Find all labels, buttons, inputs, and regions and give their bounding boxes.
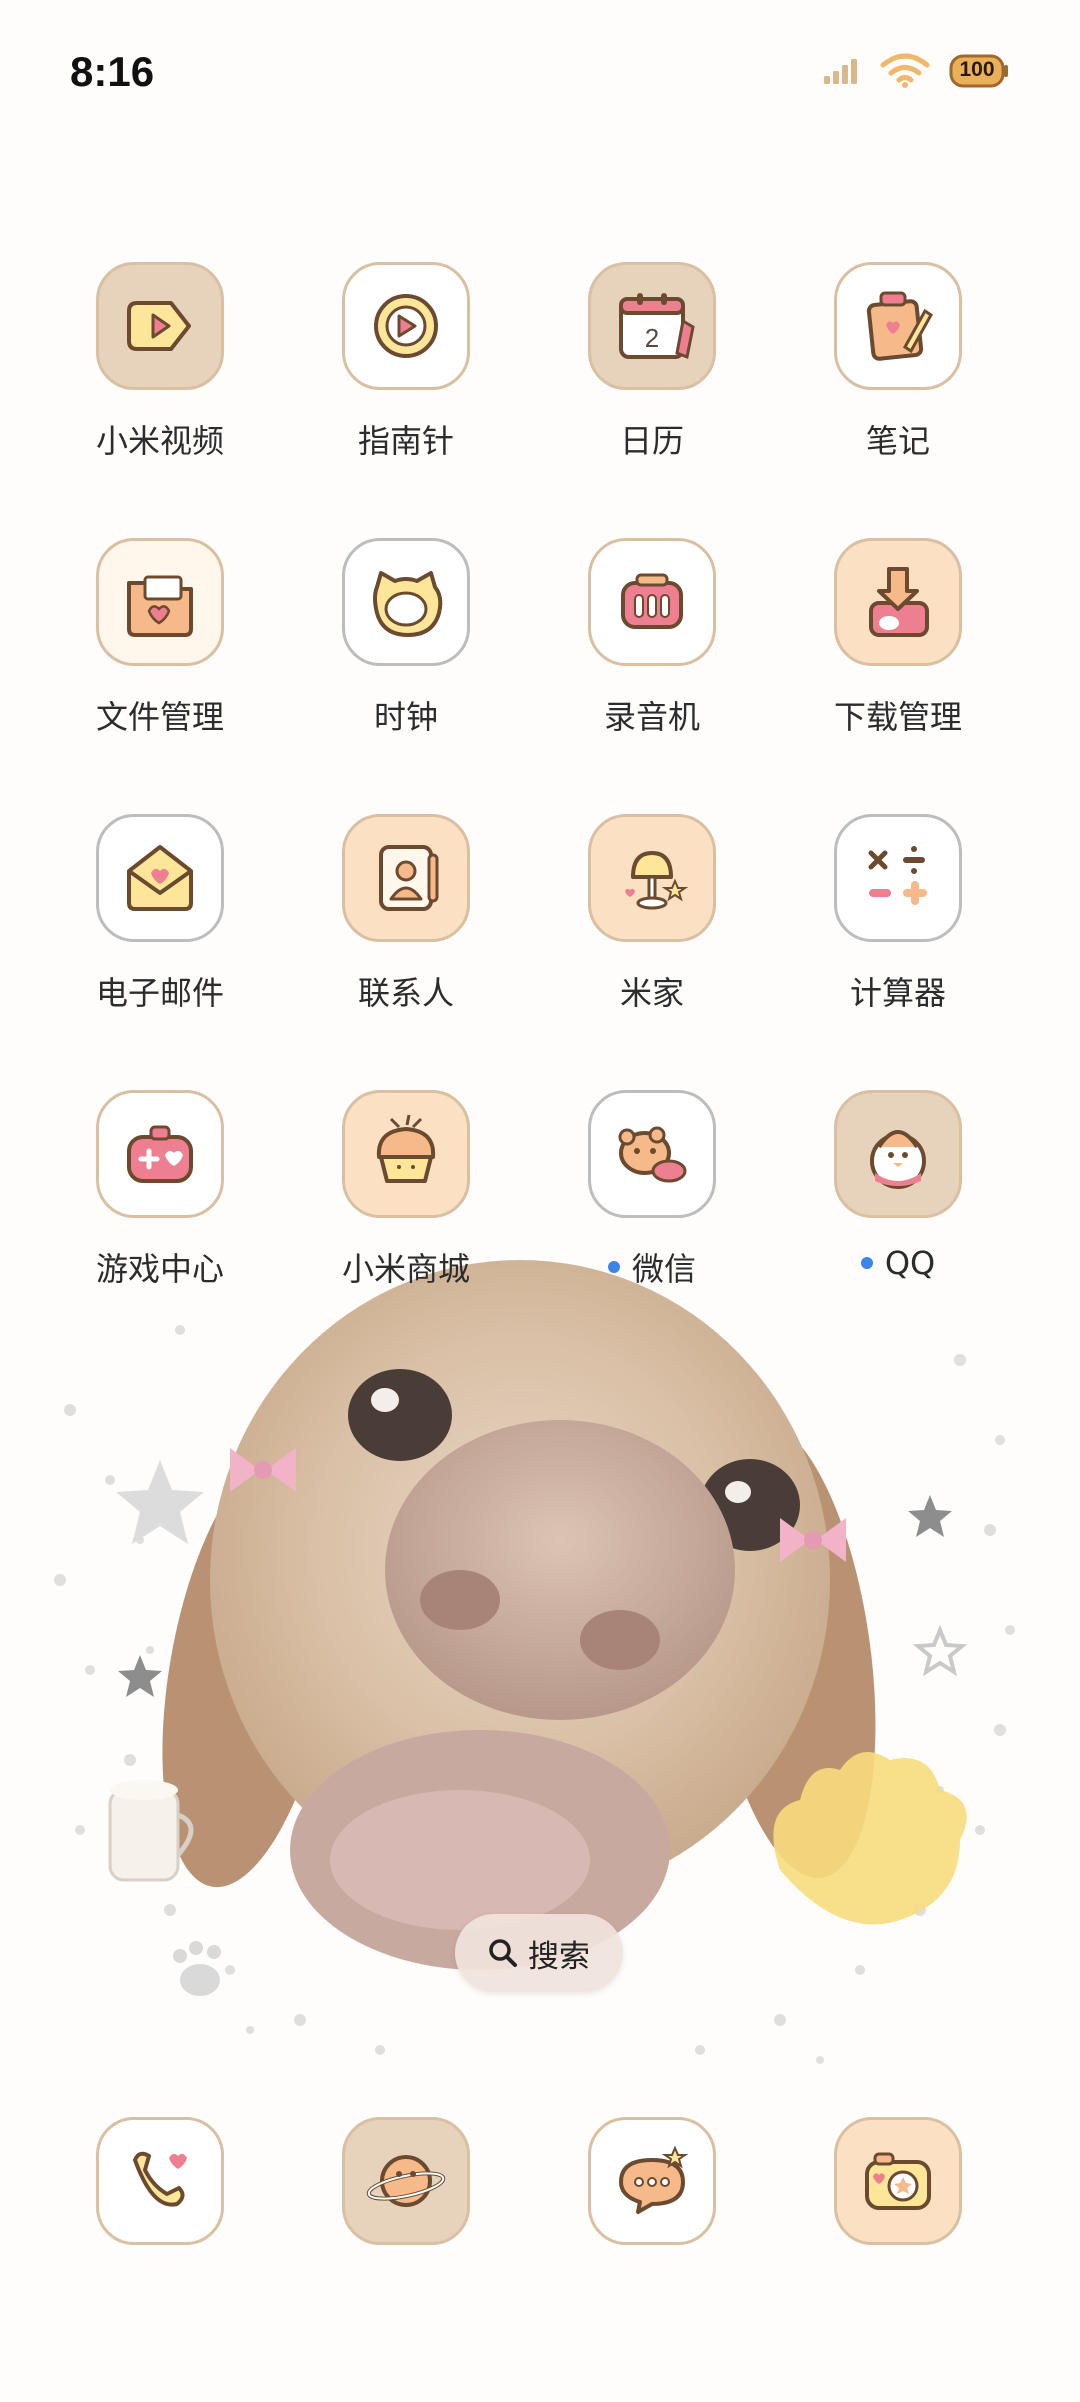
calculator-icon	[834, 814, 962, 942]
contacts-icon	[342, 814, 470, 942]
battery-icon: 100	[948, 52, 1010, 90]
message-bubble-icon	[588, 2117, 716, 2245]
app-label: 游戏中心	[95, 1250, 224, 1288]
app-label: 电子邮件	[95, 974, 224, 1012]
app-calendar[interactable]: 2 日历	[532, 262, 772, 462]
app-label: 指南针	[357, 422, 454, 460]
planet-browser-icon	[342, 2117, 470, 2245]
app-game-center[interactable]: 游戏中心	[40, 1090, 280, 1290]
envelope-icon	[96, 814, 224, 942]
status-time: 8:16	[70, 48, 155, 95]
penguin-icon	[834, 1090, 962, 1218]
wallpaper-puppy-image	[0, 1150, 1015, 2080]
app-label: 下载管理	[833, 698, 962, 736]
new-badge-dot	[607, 1261, 620, 1273]
folder-heart-icon	[96, 538, 224, 666]
app-compass[interactable]: 指南针	[286, 262, 526, 462]
dock-browser[interactable]	[286, 2117, 526, 2245]
app-label: 米家	[619, 974, 684, 1012]
game-controller-icon	[96, 1090, 224, 1218]
lamp-icon	[588, 814, 716, 942]
app-recorder[interactable]: 录音机	[532, 538, 772, 738]
search-label: 搜索	[528, 1938, 590, 1975]
search-button[interactable]: 搜索	[455, 1914, 623, 1992]
home-screen: 8:16 100 小米视频 指南针 2 日历 笔记 文件管理 时钟 录音机 下载…	[0, 0, 1080, 2402]
status-bar: 8:16 100	[0, 0, 1080, 150]
app-label: 笔记	[865, 422, 930, 460]
app-file-manager[interactable]: 文件管理	[40, 538, 280, 738]
app-label: 小米商城	[341, 1250, 470, 1288]
app-label-text: 微信	[631, 1250, 696, 1288]
app-wechat[interactable]: 微信	[532, 1090, 772, 1290]
dock-camera[interactable]	[778, 2117, 1018, 2245]
app-label: QQ	[778, 1244, 1018, 1282]
app-label: 文件管理	[95, 698, 224, 736]
app-label: 时钟	[373, 698, 438, 736]
recorder-icon	[588, 538, 716, 666]
compass-icon	[342, 262, 470, 390]
phone-icon	[96, 2117, 224, 2245]
dock-messages[interactable]	[532, 2117, 772, 2245]
app-calculator[interactable]: 计算器	[778, 814, 1018, 1014]
download-icon	[834, 538, 962, 666]
app-label: 联系人	[357, 974, 454, 1012]
status-icons: 100	[822, 52, 1010, 90]
app-download-manager[interactable]: 下载管理	[778, 538, 1018, 738]
app-mijia[interactable]: 米家	[532, 814, 772, 1014]
app-label-text: QQ	[884, 1244, 936, 1282]
cupcake-icon	[342, 1090, 470, 1218]
app-clock[interactable]: 时钟	[286, 538, 526, 738]
app-xiaomi-mall[interactable]: 小米商城	[286, 1090, 526, 1290]
app-email[interactable]: 电子邮件	[40, 814, 280, 1014]
wechat-bear-icon	[588, 1090, 716, 1218]
app-qq[interactable]: QQ	[778, 1090, 1018, 1282]
app-label: 微信	[532, 1244, 772, 1290]
camera-icon	[834, 2117, 962, 2245]
dock-phone[interactable]	[40, 2117, 280, 2245]
calendar-icon: 2	[588, 262, 716, 390]
notes-icon	[834, 262, 962, 390]
cat-clock-icon	[342, 538, 470, 666]
app-xiaomi-video[interactable]: 小米视频	[40, 262, 280, 462]
video-play-icon	[96, 262, 224, 390]
app-contacts[interactable]: 联系人	[286, 814, 526, 1014]
signal-icon	[824, 59, 857, 84]
app-label: 计算器	[849, 974, 946, 1012]
wifi-icon	[880, 53, 930, 88]
new-badge-dot	[860, 1257, 873, 1269]
app-notes[interactable]: 笔记	[778, 262, 1018, 462]
app-label: 小米视频	[95, 422, 224, 460]
search-icon	[489, 1939, 517, 1967]
dock	[0, 2105, 1080, 2245]
battery-level: 100	[959, 58, 995, 81]
app-label: 日历	[619, 422, 684, 460]
calendar-day: 2	[644, 323, 660, 353]
app-label: 录音机	[603, 698, 700, 736]
